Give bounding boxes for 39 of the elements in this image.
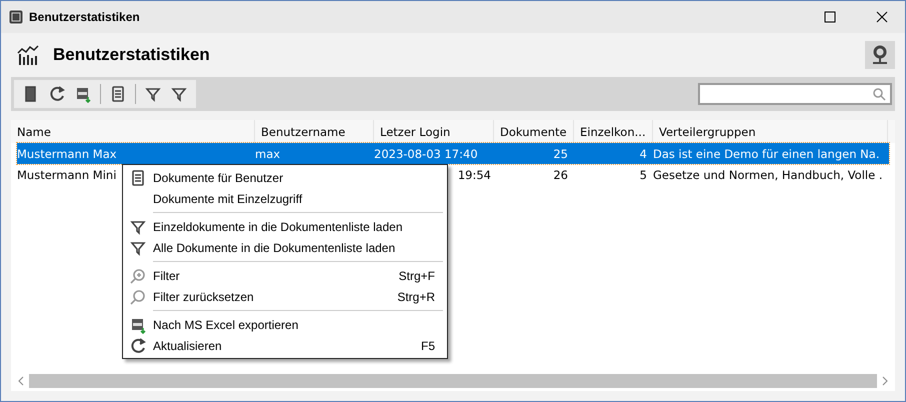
- maximize-icon: [824, 11, 836, 23]
- table-cell: Gesetze und Normen, Handbuch, Volle .: [653, 168, 882, 182]
- filter-icon: [170, 85, 188, 103]
- window-title: Benutzerstatistiken: [29, 10, 141, 24]
- filter-icon: [144, 85, 162, 103]
- search-field[interactable]: [698, 83, 892, 105]
- table-cell: 5: [640, 168, 647, 182]
- table-cell: 2023-08-03 17:40: [374, 146, 478, 160]
- table-cell: 4: [640, 146, 647, 160]
- table-cell: 25: [553, 146, 568, 160]
- page-title: Benutzerstatistiken: [53, 45, 211, 65]
- menu-item[interactable]: Filter Strg+F: [123, 265, 447, 286]
- app-icon: [9, 10, 23, 24]
- menu-item[interactable]: Aktualisieren F5: [123, 335, 447, 356]
- chart-icon: [17, 45, 41, 65]
- menu-item[interactable]: Einzeldokumente in die Dokumentenliste laden: [123, 216, 447, 237]
- close-icon: [876, 11, 888, 23]
- search-icon: [129, 288, 147, 306]
- spreadsheet-export-icon: [74, 85, 92, 103]
- document-icon: [129, 168, 147, 186]
- document-icon: [109, 85, 127, 103]
- menu-item[interactable]: Dokumente für Benutzer: [123, 167, 447, 188]
- zoom-plus-icon: [129, 266, 147, 284]
- table-cell: Mustermann Mini: [17, 168, 116, 182]
- menu-item[interactable]: Alle Dokumente in die Dokumentenliste laden: [123, 237, 447, 258]
- menu-item[interactable]: Nach MS Excel exportieren: [123, 314, 447, 335]
- refresh-icon: [48, 85, 66, 103]
- menu-item[interactable]: Dokumente mit Einzelzugriff: [123, 188, 447, 209]
- table-cell: Das ist eine Demo für einen langen Na.: [653, 146, 880, 160]
- table-cell: 26: [553, 168, 568, 182]
- search-icon: [872, 87, 886, 101]
- table-cell: Mustermann Max: [17, 146, 117, 160]
- table-cell: 19:54: [458, 168, 491, 182]
- scroll-left-icon[interactable]: [17, 376, 25, 386]
- help-button[interactable]: [865, 41, 895, 69]
- refresh-icon: [129, 336, 147, 354]
- menu-item[interactable]: Filter zurücksetzen Strg+R: [123, 286, 447, 307]
- scroll-right-icon[interactable]: [881, 376, 889, 386]
- table-cell: max: [255, 146, 280, 160]
